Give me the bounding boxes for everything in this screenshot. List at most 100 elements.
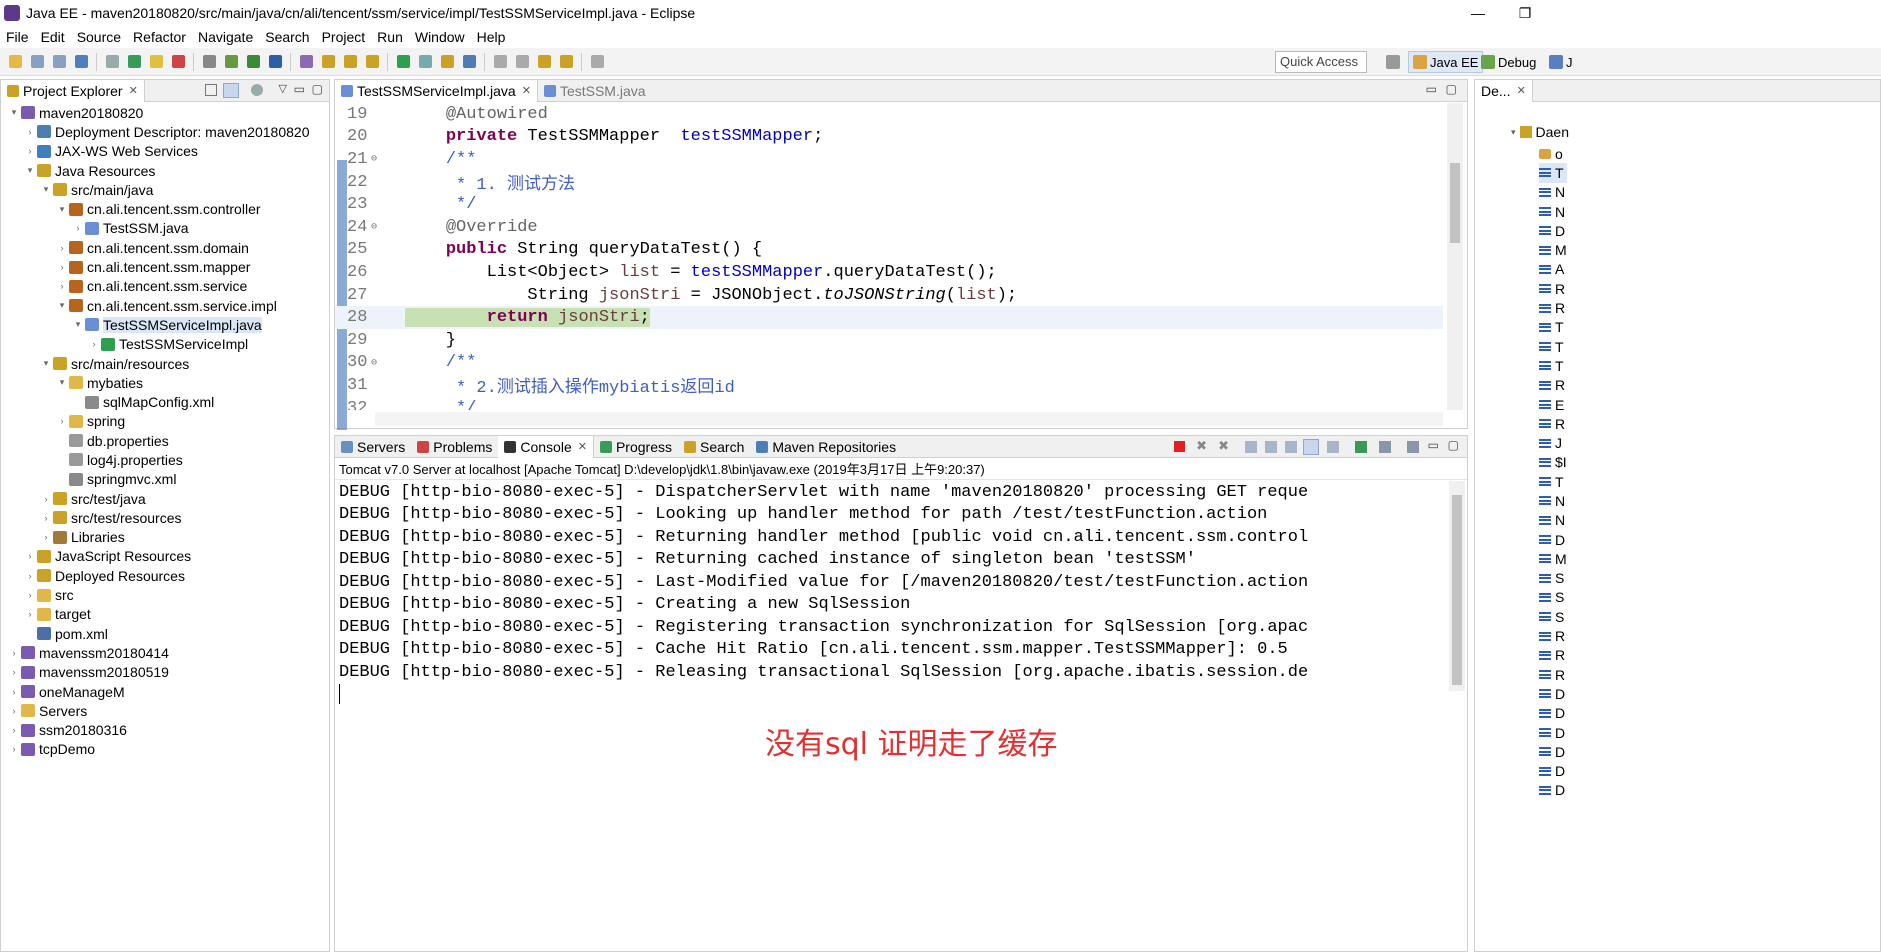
right-panel-item[interactable]: N	[1539, 491, 1567, 510]
toolbar-debug-button[interactable]	[244, 53, 262, 71]
right-panel-item[interactable]: R	[1539, 376, 1567, 395]
perspective-java-ee[interactable]: Java EE	[1408, 51, 1484, 73]
toolbar-new-java-project-button[interactable]	[363, 53, 381, 71]
pin-console-icon[interactable]	[1355, 441, 1367, 453]
right-panel-item[interactable]: N	[1539, 202, 1567, 221]
right-panel-item[interactable]: E	[1539, 395, 1567, 414]
fold-icon[interactable]: ⊖	[371, 221, 381, 233]
chevron-right-icon[interactable]: ›	[23, 146, 37, 156]
perspective-java[interactable]: J	[1545, 51, 1577, 73]
menu-edit[interactable]: Edit	[35, 29, 71, 45]
chevron-right-icon[interactable]: ›	[23, 609, 37, 619]
open-console-icon[interactable]	[1407, 441, 1419, 453]
toolbar-save-button[interactable]	[28, 53, 46, 71]
collapse-all-icon[interactable]	[205, 84, 217, 96]
display-console-icon[interactable]	[1379, 441, 1391, 453]
toolbar-external-tools-button[interactable]	[319, 53, 337, 71]
tree-item[interactable]: sqlMapConfig.xml	[1, 392, 329, 411]
right-panel-item[interactable]: D	[1539, 781, 1567, 800]
toolbar-annotation-next-button[interactable]	[491, 53, 509, 71]
maximize-console-icon[interactable]: ▢	[1448, 438, 1459, 452]
chevron-right-icon[interactable]: ›	[55, 416, 69, 426]
toolbar-annotation-prev-button[interactable]	[513, 53, 531, 71]
right-panel-item[interactable]: $I	[1539, 453, 1567, 472]
tree-item[interactable]: ▾ maven20180820	[1, 103, 329, 122]
right-panel-item[interactable]: D	[1539, 704, 1567, 723]
tree-item[interactable]: › mavenssm20180414	[1, 643, 329, 662]
terminate-icon[interactable]	[1174, 441, 1185, 452]
tree-item[interactable]: log4j.properties	[1, 450, 329, 469]
tree-item[interactable]: › src/test/java	[1, 489, 329, 508]
right-panel-item[interactable]: D	[1539, 742, 1567, 761]
tree-item[interactable]: › tcpDemo	[1, 740, 329, 759]
right-panel-item[interactable]: T	[1539, 356, 1567, 375]
tab-maven-repositories[interactable]: Maven Repositories	[750, 436, 902, 458]
chevron-down-icon[interactable]: ▾	[39, 358, 53, 369]
right-panel-item[interactable]: S	[1539, 569, 1567, 588]
toolbar-coverage-button[interactable]	[297, 53, 315, 71]
toolbar-new-button[interactable]	[6, 53, 24, 71]
menu-run[interactable]: Run	[371, 29, 409, 45]
tree-item[interactable]: › target	[1, 605, 329, 624]
tab-problems[interactable]: Problems	[411, 436, 498, 458]
minimize-button[interactable]: —	[1458, 0, 1498, 26]
console-scrollbar[interactable]	[1449, 481, 1465, 691]
tab-servers[interactable]: Servers	[335, 436, 411, 458]
fold-icon[interactable]: ⊖	[371, 153, 381, 165]
toolbar-disconnect-button[interactable]	[200, 53, 218, 71]
menu-navigate[interactable]: Navigate	[192, 29, 259, 45]
tree-item[interactable]: ▾ mybaties	[1, 373, 329, 392]
chevron-right-icon[interactable]: ›	[87, 339, 101, 349]
toolbar-step-into-button[interactable]	[222, 53, 240, 71]
chevron-right-icon[interactable]: ›	[39, 494, 53, 504]
editor-tab[interactable]: TestSSM.java	[538, 80, 652, 102]
tab-console[interactable]: Console ✕	[498, 435, 594, 458]
right-panel-item[interactable]: S	[1539, 607, 1567, 626]
tab-project-explorer[interactable]: Project Explorer ✕	[1, 79, 145, 102]
editor-scrollbar-thumb[interactable]	[1450, 163, 1460, 243]
view-menu-icon[interactable]: ▽	[279, 82, 287, 95]
tree-item[interactable]: ▾ cn.ali.tencent.ssm.controller	[1, 199, 329, 218]
right-panel-item[interactable]: R	[1539, 626, 1567, 645]
chevron-down-icon[interactable]: ▾	[7, 107, 21, 118]
toolbar-forward-button[interactable]	[557, 53, 575, 71]
tab-progress[interactable]: Progress	[594, 436, 678, 458]
show-on-output-icon[interactable]	[1303, 439, 1319, 455]
toolbar-resume-button[interactable]	[125, 53, 143, 71]
menu-project[interactable]: Project	[316, 29, 372, 45]
right-panel-item[interactable]: M	[1539, 240, 1567, 259]
quick-access-field[interactable]: Quick Access	[1275, 51, 1367, 73]
right-panel-item[interactable]: T	[1539, 163, 1567, 183]
toolbar-save-all-button[interactable]	[50, 53, 68, 71]
chevron-right-icon[interactable]: ›	[55, 243, 69, 253]
right-panel-item[interactable]: N	[1539, 511, 1567, 530]
code-area[interactable]: 19 @Autowired 20 private TestSSMMapper te…	[335, 103, 1443, 410]
chevron-down-icon[interactable]: ▾	[55, 204, 69, 215]
chevron-down-icon[interactable]: ▾	[23, 165, 37, 176]
maximize-view-icon[interactable]: ▢	[312, 82, 323, 96]
tree-item[interactable]: ▾ Java Resources	[1, 161, 329, 180]
menu-source[interactable]: Source	[71, 29, 127, 45]
toolbar-run-button[interactable]	[266, 53, 284, 71]
tree-item[interactable]: › src/test/resources	[1, 508, 329, 527]
tree-item[interactable]: › cn.ali.tencent.ssm.mapper	[1, 257, 329, 276]
minimize-console-icon[interactable]: ▭	[1428, 438, 1439, 452]
console-output[interactable]: DEBUG [http-bio-8080-exec-5] - Dispatche…	[335, 481, 1449, 951]
right-panel-item[interactable]: R	[1539, 279, 1567, 298]
right-panel-item[interactable]: T	[1539, 318, 1567, 337]
right-panel-item[interactable]: T	[1539, 337, 1567, 356]
toolbar-terminate-button[interactable]	[169, 53, 187, 71]
chevron-right-icon[interactable]: ›	[7, 725, 21, 735]
remove-launch-icon[interactable]: ✖	[1196, 438, 1207, 454]
right-panel-item[interactable]: N	[1539, 183, 1567, 202]
tree-item[interactable]: springmvc.xml	[1, 470, 329, 489]
right-panel-item[interactable]: D	[1539, 762, 1567, 781]
tree-item[interactable]: › Deployed Resources	[1, 566, 329, 585]
clear-console-icon[interactable]	[1245, 441, 1257, 453]
close-icon[interactable]: ✕	[1517, 84, 1526, 97]
daemon-root[interactable]: ▾ Daen	[1511, 124, 1569, 140]
editor-tab[interactable]: TestSSMServiceImpl.java ✕	[335, 79, 538, 102]
tree-item[interactable]: ▾ src/main/resources	[1, 354, 329, 373]
right-panel-item[interactable]: D	[1539, 723, 1567, 742]
right-panel-item[interactable]: S	[1539, 588, 1567, 607]
